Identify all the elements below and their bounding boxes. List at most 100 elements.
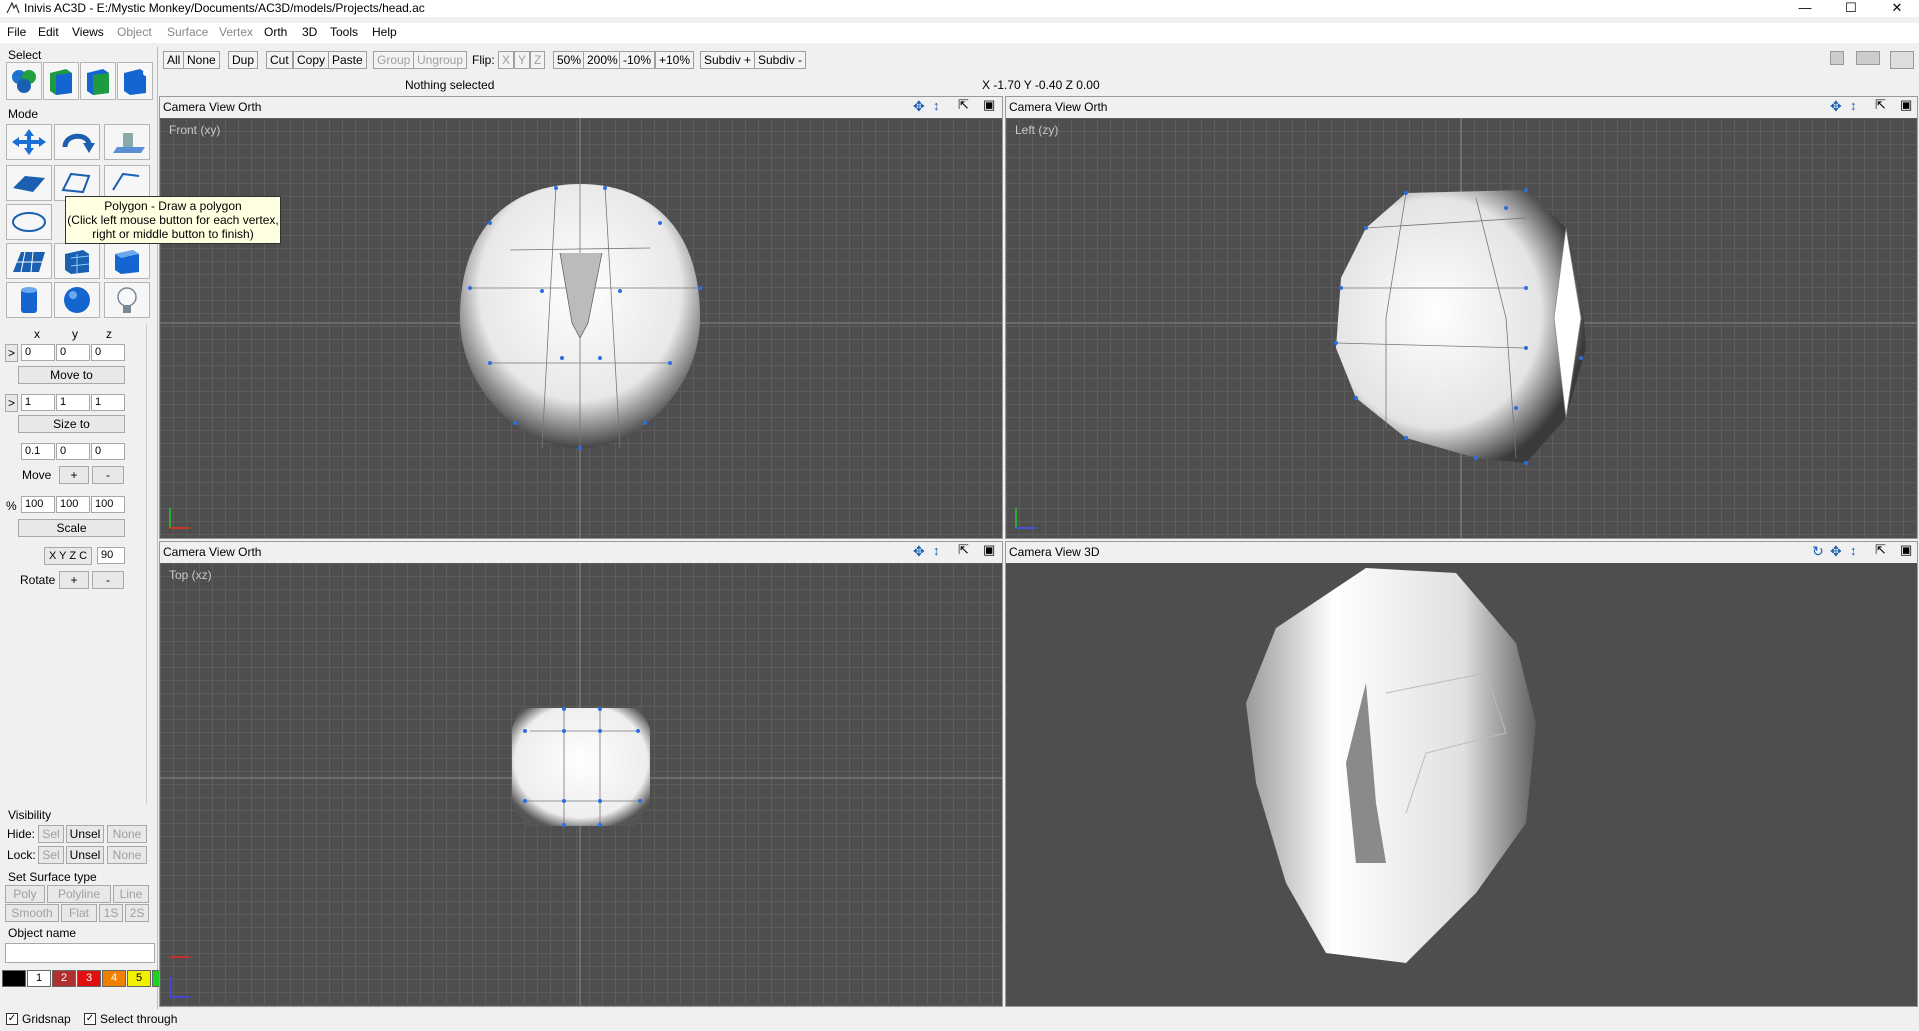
size-to-button[interactable]: Size to bbox=[18, 415, 125, 433]
reset-view-icon[interactable]: ⇱ bbox=[1875, 97, 1886, 113]
zoom-icon[interactable]: ↕ bbox=[1850, 543, 1857, 558]
object-name-input[interactable] bbox=[5, 943, 155, 963]
maximize-button[interactable]: ☐ bbox=[1828, 0, 1874, 17]
mesh-tool-button[interactable] bbox=[6, 243, 52, 279]
sphere-tool-button[interactable] bbox=[54, 282, 100, 318]
layout-single-icon[interactable] bbox=[1830, 51, 1844, 65]
pos-x-input[interactable]: 0 bbox=[21, 344, 55, 361]
zoom-icon[interactable]: ↕ bbox=[1850, 98, 1857, 113]
move-minus-button[interactable]: - bbox=[92, 466, 124, 484]
scale-x-input[interactable]: 100 bbox=[21, 496, 55, 513]
reset-view-icon[interactable]: ⇱ bbox=[958, 97, 969, 113]
menu-surface[interactable]: Surface bbox=[167, 25, 208, 40]
reset-view-icon[interactable]: ⇱ bbox=[1875, 542, 1886, 558]
zoom-icon[interactable]: ↕ bbox=[933, 98, 940, 113]
hide-unsel-button[interactable]: Unsel bbox=[66, 825, 104, 843]
subdiv-plus-button[interactable]: Subdiv + bbox=[700, 51, 756, 69]
scale-z-input[interactable]: 100 bbox=[91, 496, 125, 513]
size-x-input[interactable]: 1 bbox=[21, 394, 55, 411]
select-vertex-button[interactable] bbox=[117, 62, 153, 100]
move-plus-button[interactable]: + bbox=[59, 466, 89, 484]
extrude-tool-button[interactable] bbox=[104, 124, 150, 160]
layout-split-icon[interactable] bbox=[1856, 51, 1880, 65]
viewport-top-canvas[interactable]: Top (xz) bbox=[160, 563, 1002, 1007]
zoom-plus10-button[interactable]: +10% bbox=[655, 51, 695, 69]
maximize-view-icon[interactable]: ▣ bbox=[1900, 542, 1912, 558]
color-swatch[interactable]: 5 bbox=[127, 970, 151, 987]
hide-none-button[interactable]: None bbox=[107, 825, 147, 843]
select-all-button[interactable]: All bbox=[163, 51, 185, 69]
viewport-front[interactable]: Camera View Orth Front (xy) bbox=[159, 96, 1003, 539]
menu-help[interactable]: Help bbox=[372, 25, 397, 40]
viewport-top[interactable]: Camera View Orth Top (xz) bbox=[159, 541, 1003, 1007]
subdiv-minus-button[interactable]: Subdiv - bbox=[754, 51, 807, 69]
paste-button[interactable]: Paste bbox=[328, 51, 367, 69]
lock-unsel-button[interactable]: Unsel bbox=[66, 846, 104, 864]
surface-flat-button[interactable]: Flat bbox=[61, 904, 97, 922]
surface-2s-button[interactable]: 2S bbox=[125, 904, 149, 922]
size-arrow-button[interactable]: > bbox=[5, 394, 18, 412]
rotate-axis-buttons[interactable]: X Y Z C bbox=[44, 547, 92, 565]
layout-quad-icon[interactable] bbox=[1890, 51, 1914, 69]
select-object-button[interactable] bbox=[43, 62, 79, 100]
orbit-icon[interactable]: ↻ bbox=[1812, 543, 1824, 560]
select-surface-button[interactable] bbox=[80, 62, 116, 100]
pos-arrow-button[interactable]: > bbox=[5, 344, 18, 362]
pan-icon[interactable]: ✥ bbox=[913, 98, 925, 115]
move-to-button[interactable]: Move to bbox=[18, 366, 125, 384]
zoom-minus10-button[interactable]: -10% bbox=[619, 51, 656, 69]
flip-y-button[interactable]: Y bbox=[514, 51, 531, 69]
light-tool-button[interactable] bbox=[104, 282, 150, 318]
viewport-top-header[interactable]: Camera View Orth bbox=[160, 542, 1002, 563]
select-through-checkbox[interactable]: ✓ bbox=[84, 1013, 96, 1025]
rotate-plus-button[interactable]: + bbox=[59, 571, 89, 589]
pan-icon[interactable]: ✥ bbox=[913, 543, 925, 560]
ungroup-button[interactable]: Ungroup bbox=[413, 51, 468, 69]
flip-z-button[interactable]: Z bbox=[530, 51, 546, 69]
gridsnap-checkbox[interactable]: ✓ bbox=[6, 1013, 18, 1025]
viewport-front-header[interactable]: Camera View Orth bbox=[160, 97, 1002, 118]
lock-none-button[interactable]: None bbox=[107, 846, 147, 864]
menu-vertex[interactable]: Vertex bbox=[219, 25, 253, 40]
zoom-icon[interactable]: ↕ bbox=[933, 543, 940, 558]
menu-file[interactable]: File bbox=[7, 25, 26, 40]
cut-button[interactable]: Cut bbox=[266, 51, 293, 69]
surface-1s-button[interactable]: 1S bbox=[99, 904, 123, 922]
rectangle-tool-button[interactable] bbox=[6, 165, 52, 201]
scale-button[interactable]: Scale bbox=[18, 519, 125, 537]
surface-polyline-button[interactable]: Polyline bbox=[47, 885, 111, 903]
maximize-view-icon[interactable]: ▣ bbox=[983, 542, 995, 558]
color-swatch[interactable]: 1 bbox=[27, 970, 51, 987]
circle-tool-button[interactable] bbox=[6, 204, 52, 240]
zoom-50-button[interactable]: 50% bbox=[553, 51, 586, 69]
pan-icon[interactable]: ✥ bbox=[1830, 98, 1842, 115]
size-z-input[interactable]: 1 bbox=[91, 394, 125, 411]
pos-z-input[interactable]: 0 bbox=[91, 344, 125, 361]
viewport-3d[interactable]: Camera View 3D bbox=[1005, 541, 1918, 1007]
menu-views[interactable]: Views bbox=[72, 25, 104, 40]
dup-button[interactable]: Dup bbox=[228, 51, 259, 69]
pan-icon[interactable]: ✥ bbox=[1830, 543, 1842, 560]
viewport-front-canvas[interactable]: Front (xy) bbox=[160, 118, 1002, 538]
menu-edit[interactable]: Edit bbox=[38, 25, 59, 40]
close-button[interactable]: ✕ bbox=[1874, 0, 1919, 17]
size-y-input[interactable]: 1 bbox=[56, 394, 90, 411]
color-swatch[interactable]: 4 bbox=[102, 970, 126, 987]
box-tool-button[interactable] bbox=[104, 243, 150, 279]
reset-view-icon[interactable]: ⇱ bbox=[958, 542, 969, 558]
rotate-tool-button[interactable] bbox=[54, 124, 100, 160]
menu-orth[interactable]: Orth bbox=[264, 25, 287, 40]
viewport-left[interactable]: Camera View Orth Left (zy) bbox=[1005, 96, 1918, 539]
lock-sel-button[interactable]: Sel bbox=[38, 846, 64, 864]
color-swatch[interactable]: 3 bbox=[77, 970, 101, 987]
viewport-left-header[interactable]: Camera View Orth bbox=[1006, 97, 1917, 118]
scale-y-input[interactable]: 100 bbox=[56, 496, 90, 513]
surface-line-button[interactable]: Line bbox=[113, 885, 149, 903]
select-none-button[interactable]: None bbox=[183, 51, 220, 69]
pos-y-input[interactable]: 0 bbox=[56, 344, 90, 361]
step-x-input[interactable]: 0.1 bbox=[21, 443, 55, 460]
copy-button[interactable]: Copy bbox=[293, 51, 330, 69]
hide-sel-button[interactable]: Sel bbox=[38, 825, 64, 843]
step-z-input[interactable]: 0 bbox=[91, 443, 125, 460]
zoom-200-button[interactable]: 200% bbox=[583, 51, 622, 69]
